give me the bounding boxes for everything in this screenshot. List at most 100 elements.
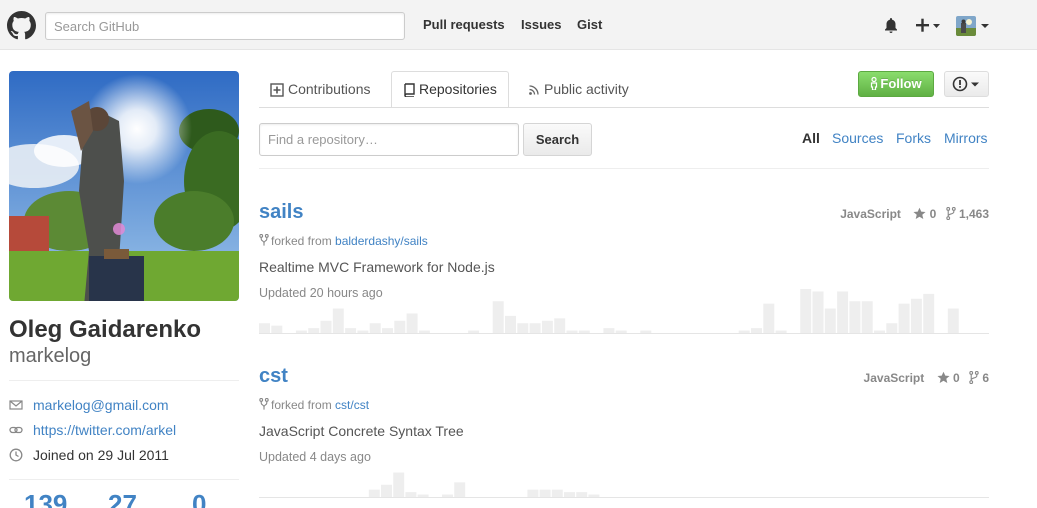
rss-icon xyxy=(529,85,539,96)
activity-bar xyxy=(369,323,381,333)
profile-email-link[interactable]: markelog@gmail.com xyxy=(33,396,169,414)
repo-fork-count[interactable]: 1,463 xyxy=(959,207,989,221)
stat-followers[interactable]: 139 xyxy=(24,490,67,508)
profile-fullname: Oleg Gaidarenko xyxy=(9,316,202,343)
activity-bar xyxy=(812,291,824,333)
fork-icon xyxy=(259,233,269,246)
alert-dropdown-icon xyxy=(952,76,979,92)
filter-forks[interactable]: Forks xyxy=(896,130,931,146)
repo-stats: JavaScript 0 1,463 xyxy=(840,206,989,221)
fork-icon xyxy=(259,397,269,410)
profile-username: markelog xyxy=(9,345,92,367)
fork-icon[interactable] xyxy=(945,207,956,221)
forked-from-link[interactable]: balderdashy/sails xyxy=(335,234,428,248)
mail-icon xyxy=(9,400,23,410)
activity-bar xyxy=(454,482,466,497)
commit-activity-graph xyxy=(259,289,959,333)
nav-gist[interactable]: Gist xyxy=(577,17,602,32)
forked-from-link[interactable]: cst/cst xyxy=(335,398,369,412)
site-header: Pull requests Issues Gist xyxy=(0,0,1037,50)
repo-list-item: cst JavaScript 0 6 forked from cst/cst J… xyxy=(259,364,989,499)
find-repository-input[interactable] xyxy=(259,123,519,156)
tab-repositories[interactable]: Repositories xyxy=(391,71,509,108)
activity-bar xyxy=(947,308,959,333)
repo-language: JavaScript xyxy=(840,206,901,221)
activity-bar xyxy=(554,318,566,333)
repo-search-button[interactable]: Search xyxy=(523,123,592,156)
bell-icon[interactable] xyxy=(883,17,899,34)
repo-star-count[interactable]: 0 xyxy=(930,207,937,221)
activity-bar xyxy=(861,301,873,333)
repo-divider xyxy=(259,497,989,498)
tabs-underline xyxy=(259,107,989,108)
stats-divider xyxy=(9,479,239,480)
forked-from-prefix: forked from xyxy=(271,398,332,412)
star-icon[interactable] xyxy=(913,207,926,220)
activity-bar xyxy=(837,291,849,333)
avatar-dropdown-caret-icon[interactable] xyxy=(980,23,990,29)
forked-from-prefix: forked from xyxy=(271,234,332,248)
repo-star-count[interactable]: 0 xyxy=(953,371,960,385)
activity-bar xyxy=(259,323,270,333)
repo-list-item: sails JavaScript 0 1,463 forked from bal… xyxy=(259,200,989,335)
nav-issues[interactable]: Issues xyxy=(521,17,561,32)
fork-icon[interactable] xyxy=(969,371,979,385)
activity-bar xyxy=(517,323,529,333)
activity-bar xyxy=(527,489,539,497)
activity-bar xyxy=(332,308,344,333)
activity-bar xyxy=(505,315,516,333)
activity-bar xyxy=(529,323,541,333)
activity-bar xyxy=(368,489,380,497)
activity-bar xyxy=(551,489,563,497)
repo-stats: JavaScript 0 6 xyxy=(864,370,989,385)
forked-from-line: forked from cst/cst xyxy=(259,397,369,412)
forked-from-line: forked from balderdashy/sails xyxy=(259,233,428,248)
avatar-thumb-icon xyxy=(956,16,976,36)
profile-avatar xyxy=(9,71,239,301)
activity-bar xyxy=(394,320,406,333)
profile-divider xyxy=(9,380,239,381)
repo-icon xyxy=(404,83,415,98)
repo-name-link[interactable]: sails xyxy=(259,201,303,224)
report-dropdown-button[interactable] xyxy=(944,71,989,97)
activity-bar xyxy=(910,298,922,333)
activity-bar xyxy=(849,301,861,333)
activity-bar xyxy=(898,303,910,333)
activity-bar xyxy=(271,325,283,333)
activity-bar xyxy=(763,303,775,333)
site-search-input[interactable] xyxy=(45,12,405,40)
tab-contributions[interactable]: Contributions xyxy=(259,71,382,108)
tab-public-activity-label: Public activity xyxy=(544,81,629,97)
activity-bar xyxy=(393,472,405,497)
stat-starred[interactable]: 27 xyxy=(108,490,137,508)
activity-bar xyxy=(492,301,504,333)
profile-joined-text: Joined on 29 Jul 2011 xyxy=(33,447,169,463)
tab-public-activity[interactable]: Public activity xyxy=(517,71,640,108)
profile-photo-icon xyxy=(9,71,239,301)
stat-following[interactable]: 0 xyxy=(192,490,206,508)
repo-name-link[interactable]: cst xyxy=(259,365,288,388)
filter-sources[interactable]: Sources xyxy=(832,130,883,146)
nav-pull-requests[interactable]: Pull requests xyxy=(423,17,505,32)
commit-activity-graph xyxy=(368,472,600,497)
activity-bar xyxy=(800,289,812,333)
filter-all[interactable]: All xyxy=(802,130,820,146)
profile-website-link[interactable]: https://twitter.com/arkel xyxy=(33,421,176,439)
plus-square-icon xyxy=(270,83,284,97)
user-avatar-small[interactable] xyxy=(956,16,976,36)
repo-divider xyxy=(259,333,989,334)
filter-mirrors[interactable]: Mirrors xyxy=(944,130,988,146)
star-icon[interactable] xyxy=(937,371,950,384)
link-icon xyxy=(9,426,23,434)
follow-button-label: Follow xyxy=(880,76,922,91)
github-logo-icon[interactable] xyxy=(7,11,36,40)
follow-button[interactable]: Follow xyxy=(858,71,934,97)
clock-icon xyxy=(9,448,23,462)
activity-bar xyxy=(923,293,935,333)
activity-bar xyxy=(320,320,332,333)
activity-bar xyxy=(539,489,551,497)
plus-dropdown-icon[interactable] xyxy=(915,17,941,33)
activity-bar xyxy=(886,323,898,333)
repo-fork-count[interactable]: 6 xyxy=(982,371,989,385)
repo-description: JavaScript Concrete Syntax Tree xyxy=(259,423,464,439)
